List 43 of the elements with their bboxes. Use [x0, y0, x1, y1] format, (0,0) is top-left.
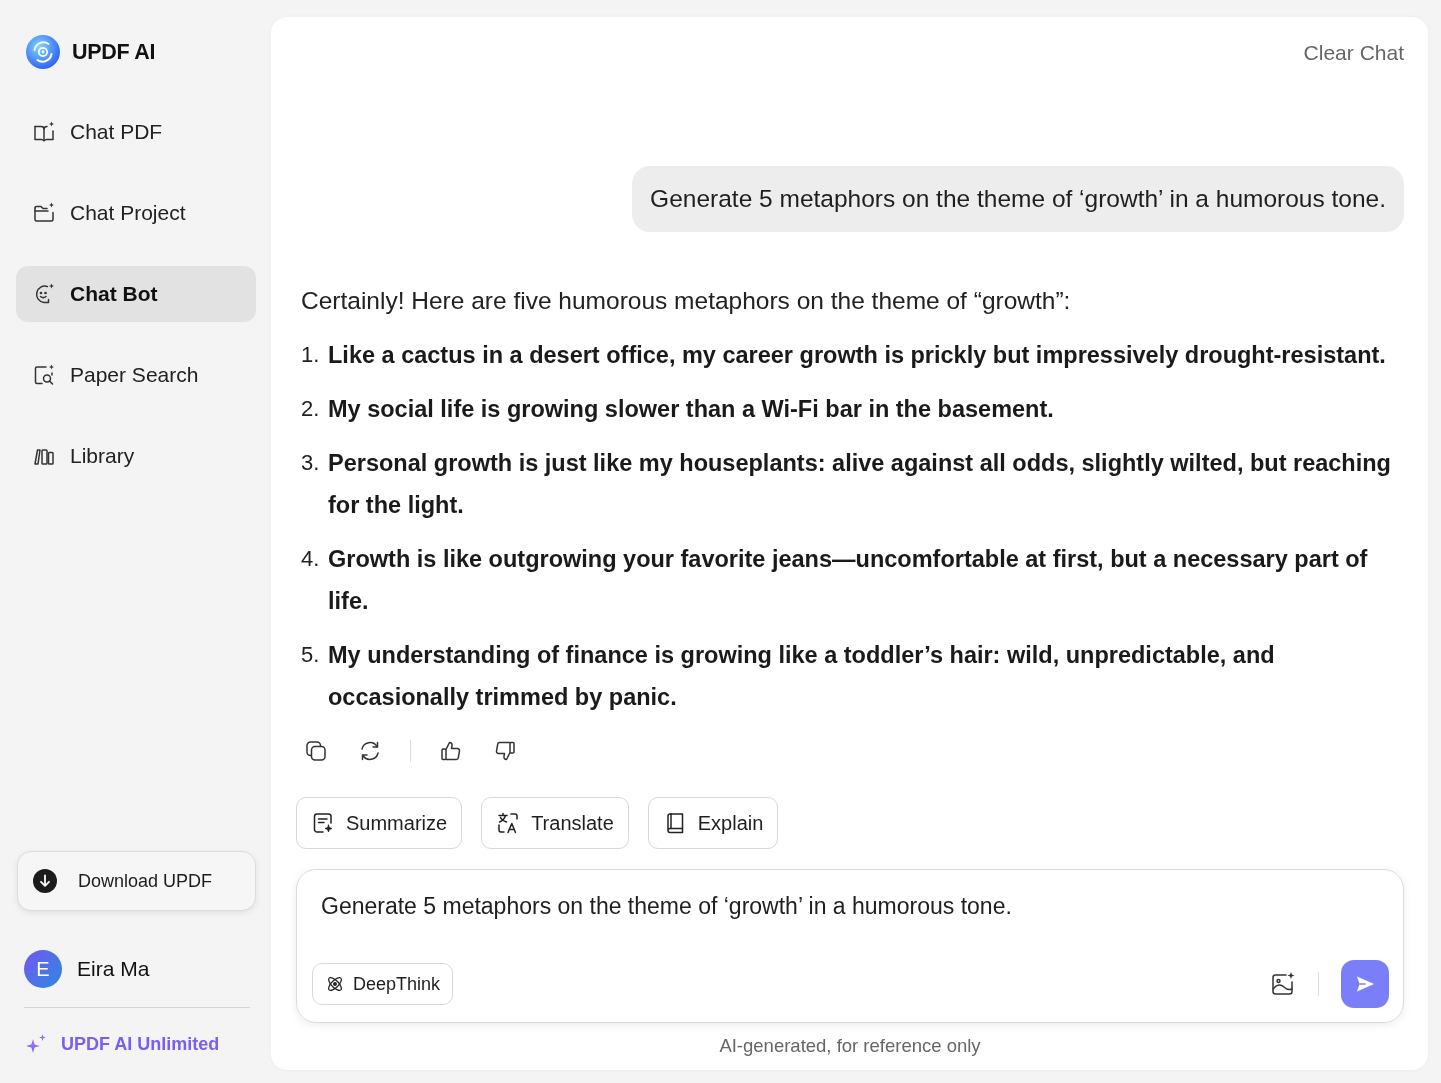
- brand-name: UPDF AI: [72, 39, 156, 65]
- metaphor-text: My social life is growing slower than a Wi-Fi bar in the basement.: [328, 395, 1054, 424]
- quick-action-button[interactable]: Translate: [481, 797, 629, 849]
- user-message: Generate 5 metaphors on the theme of ‘growth’ in a humorous tone.: [632, 166, 1404, 232]
- thumbs-down-icon[interactable]: [493, 739, 517, 763]
- metaphor-text: Like a cactus in a desert office, my career growth is prickly but impressively drought-resistant.: [328, 341, 1386, 370]
- metaphor-text: Personal growth is just like my houseplants: alive against all odds, slightly wilted, but reaching for the light.: [328, 449, 1392, 520]
- quick-action-button[interactable]: Explain: [647, 797, 779, 849]
- send-button[interactable]: [1341, 960, 1389, 1008]
- metaphor-text: My understanding of finance is growing like a toddler’s hair: wild, unpredictable, and occasionally trimmed by panic.: [328, 641, 1276, 712]
- logo-icon: [26, 35, 60, 69]
- download-button[interactable]: Download UPDF: [17, 851, 256, 911]
- avatar[interactable]: E: [24, 950, 62, 988]
- document-search-icon: [32, 363, 56, 387]
- item-number: 1.: [301, 341, 321, 369]
- image-sparkle-icon[interactable]: [1270, 971, 1296, 997]
- nav-item[interactable]: Chat Bot: [16, 266, 256, 322]
- folder-sparkle-icon: [32, 201, 56, 225]
- response-intro: Certainly! Here are five humorous metaphors on the theme of “growth”:: [301, 286, 1072, 316]
- item-number: 2.: [301, 395, 321, 423]
- note-sparkle-icon: [311, 811, 335, 835]
- atom-icon: [325, 974, 345, 994]
- download-icon: [33, 869, 57, 893]
- clear-chat-button[interactable]: Clear Chat: [1303, 41, 1404, 65]
- nav-item[interactable]: Paper Search: [16, 347, 256, 403]
- item-number: 3.: [301, 449, 321, 477]
- upgrade-link[interactable]: UPDF AI Unlimited: [24, 1032, 256, 1056]
- disclaimer-text: AI-generated, for reference only: [718, 1035, 982, 1057]
- nav-item[interactable]: Chat Project: [16, 185, 256, 241]
- user-name: Eira Ma: [77, 957, 150, 981]
- item-number: 5.: [301, 641, 321, 669]
- metaphor-text: Growth is like outgrowing your favorite jeans—uncomfortable at first, but a necessary part of life.: [328, 545, 1369, 616]
- refresh-icon[interactable]: [358, 739, 382, 763]
- copy-icon[interactable]: [304, 739, 328, 763]
- quick-action-button[interactable]: Summarize: [296, 797, 463, 849]
- message-input[interactable]: Generate 5 metaphors on the theme of ‘growth’ in a humorous tone.: [312, 892, 1361, 920]
- item-number: 4.: [301, 545, 321, 573]
- nav-item[interactable]: Library: [16, 428, 256, 484]
- translate-icon: [496, 811, 521, 835]
- book-sparkle-icon: [32, 120, 56, 144]
- deepthink-button[interactable]: DeepThink: [312, 963, 454, 1005]
- nav-item[interactable]: Chat PDF: [16, 104, 256, 160]
- thumbs-up-icon[interactable]: [439, 739, 463, 763]
